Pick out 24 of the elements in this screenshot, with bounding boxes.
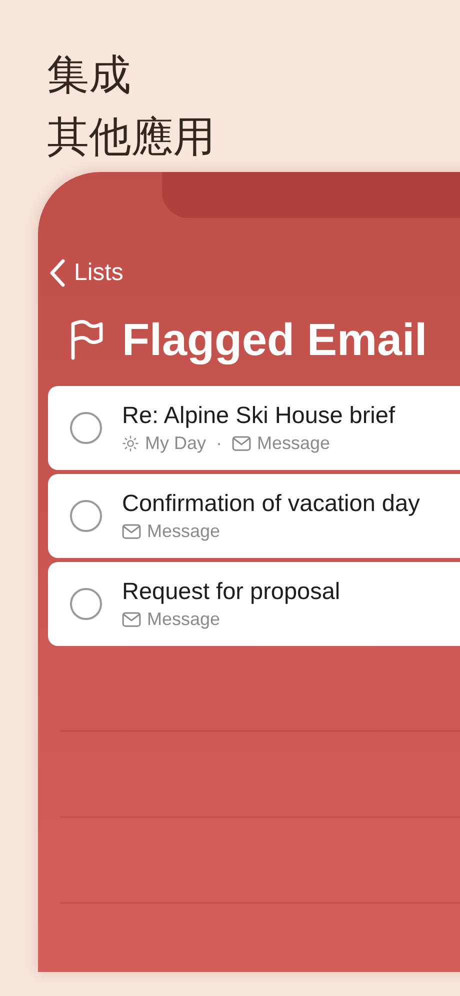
checkbox[interactable] bbox=[70, 588, 102, 620]
envelope-icon bbox=[122, 524, 141, 539]
flag-icon bbox=[70, 320, 104, 360]
checkbox[interactable] bbox=[70, 412, 102, 444]
chevron-left-icon bbox=[48, 258, 66, 288]
envelope-icon bbox=[232, 436, 252, 451]
task-meta: Message bbox=[257, 433, 330, 454]
task-title: Re: Alpine Ski House brief bbox=[122, 402, 396, 429]
envelope-icon bbox=[122, 612, 141, 627]
task-card[interactable]: Confirmation of vacation day Message bbox=[48, 474, 460, 558]
task-meta: Message bbox=[147, 609, 220, 630]
task-card[interactable]: Request for proposal Message bbox=[48, 562, 460, 646]
task-title: Confirmation of vacation day bbox=[122, 490, 420, 517]
back-button[interactable]: Lists bbox=[48, 256, 124, 290]
task-card[interactable]: Re: Alpine Ski House brief My Day · Message bbox=[48, 386, 460, 470]
heading-line: 集成 bbox=[47, 49, 132, 101]
task-meta: My Day bbox=[145, 433, 206, 454]
sun-icon bbox=[122, 435, 139, 452]
heading-line: 其他應用 bbox=[47, 111, 216, 163]
list-title: Flagged Email bbox=[122, 314, 428, 366]
task-title: Request for proposal bbox=[122, 578, 340, 605]
separator-dot: · bbox=[216, 433, 222, 454]
task-meta: Message bbox=[147, 521, 220, 542]
checkbox[interactable] bbox=[70, 500, 102, 532]
